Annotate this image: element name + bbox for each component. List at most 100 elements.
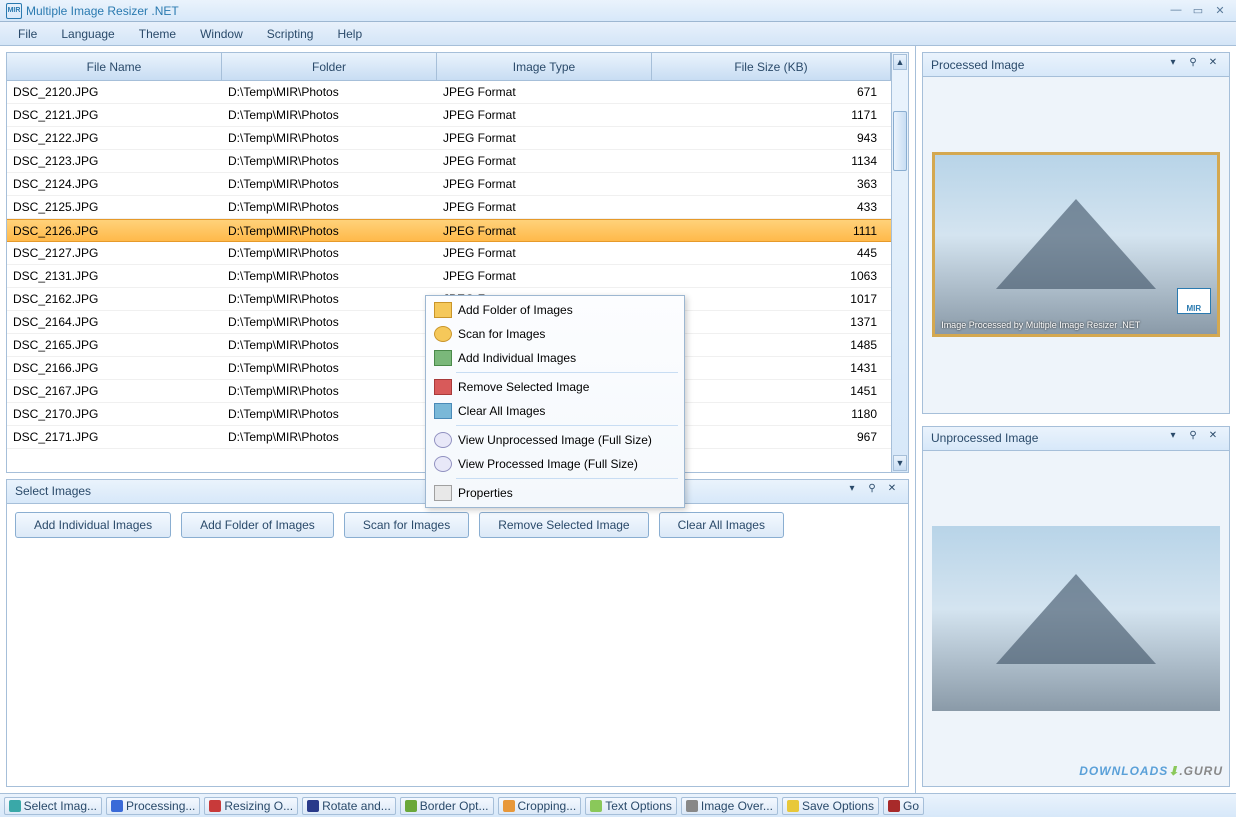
table-row[interactable]: DSC_2126.JPGD:\Temp\MIR\PhotosJPEG Forma… <box>7 219 891 242</box>
table-row[interactable]: DSC_2127.JPGD:\Temp\MIR\PhotosJPEG Forma… <box>7 242 891 265</box>
minimize-button[interactable]: — <box>1166 4 1186 18</box>
menu-file[interactable]: File <box>6 22 49 46</box>
ctx-add-individual-images[interactable]: Add Individual Images <box>428 346 682 370</box>
scroll-track[interactable] <box>892 71 908 454</box>
cell-fd: D:\Temp\MIR\Photos <box>222 200 437 214</box>
ctx-view-processed-image-full-size-[interactable]: View Processed Image (Full Size) <box>428 452 682 476</box>
scan-for-images-button[interactable]: Scan for Images <box>344 512 469 538</box>
task-label: Save Options <box>802 799 874 813</box>
ctx-remove-selected-image[interactable]: Remove Selected Image <box>428 375 682 399</box>
cell-it: JPEG Format <box>437 154 652 168</box>
remove-selected-image-button[interactable]: Remove Selected Image <box>479 512 648 538</box>
panel-dropdown-icon[interactable]: ▾ <box>844 483 860 499</box>
add-folder-of-images-button[interactable]: Add Folder of Images <box>181 512 334 538</box>
scroll-up-icon[interactable]: ▲ <box>893 54 907 70</box>
cell-fs: 1171 <box>652 108 891 122</box>
app-logo-icon: MIR <box>6 3 22 19</box>
table-row[interactable]: DSC_2125.JPGD:\Temp\MIR\PhotosJPEG Forma… <box>7 196 891 219</box>
cell-it: JPEG Format <box>437 85 652 99</box>
cell-fd: D:\Temp\MIR\Photos <box>222 361 437 375</box>
separator <box>456 372 678 373</box>
cell-fn: DSC_2166.JPG <box>7 361 222 375</box>
task-label: Resizing O... <box>224 799 293 813</box>
task-select-imag-[interactable]: Select Imag... <box>4 797 102 815</box>
col-folder[interactable]: Folder <box>222 53 437 80</box>
panel-dropdown-icon[interactable]: ▾ <box>1165 430 1181 446</box>
task-resizing-o-[interactable]: Resizing O... <box>204 797 298 815</box>
task-image-over-[interactable]: Image Over... <box>681 797 778 815</box>
task-go[interactable]: Go <box>883 797 924 815</box>
task-label: Image Over... <box>701 799 773 813</box>
cell-fn: DSC_2162.JPG <box>7 292 222 306</box>
table-row[interactable]: DSC_2123.JPGD:\Temp\MIR\PhotosJPEG Forma… <box>7 150 891 173</box>
task-label: Cropping... <box>518 799 577 813</box>
task-icon <box>787 800 799 812</box>
separator <box>456 425 678 426</box>
processed-watermark: Image Processed by Multiple Image Resize… <box>941 320 1211 330</box>
cell-fs: 1485 <box>652 338 891 352</box>
panel-close-icon[interactable]: ✕ <box>884 483 900 499</box>
ctx-add-folder-of-images[interactable]: Add Folder of Images <box>428 298 682 322</box>
task-label: Border Opt... <box>420 799 489 813</box>
clear-all-images-button[interactable]: Clear All Images <box>659 512 784 538</box>
col-imagetype[interactable]: Image Type <box>437 53 652 80</box>
ctx-properties[interactable]: Properties <box>428 481 682 505</box>
panel-dropdown-icon[interactable]: ▾ <box>1165 57 1181 73</box>
task-label: Select Imag... <box>24 799 97 813</box>
cell-fs: 1134 <box>652 154 891 168</box>
panel-close-icon[interactable]: ✕ <box>1205 57 1221 73</box>
unprocessed-title: Unprocessed Image <box>931 431 1038 445</box>
scroll-thumb[interactable] <box>893 111 907 171</box>
panel-pin-icon[interactable]: ⚲ <box>1185 57 1201 73</box>
task-label: Go <box>903 799 919 813</box>
ctx-clear-all-images[interactable]: Clear All Images <box>428 399 682 423</box>
table-row[interactable]: DSC_2131.JPGD:\Temp\MIR\PhotosJPEG Forma… <box>7 265 891 288</box>
cell-fs: 1017 <box>652 292 891 306</box>
bottom-taskbar: Select Imag... Processing... Resizing O...… <box>0 793 1236 817</box>
col-filesize[interactable]: File Size (KB) <box>652 53 891 80</box>
task-border-opt-[interactable]: Border Opt... <box>400 797 494 815</box>
menu-window[interactable]: Window <box>188 22 255 46</box>
folder-icon <box>434 302 452 318</box>
cell-fd: D:\Temp\MIR\Photos <box>222 177 437 191</box>
cell-it: JPEG Format <box>437 108 652 122</box>
col-filename[interactable]: File Name <box>7 53 222 80</box>
task-processing-[interactable]: Processing... <box>106 797 200 815</box>
panel-close-icon[interactable]: ✕ <box>1205 430 1221 446</box>
cell-it: JPEG Format <box>437 131 652 145</box>
menu-language[interactable]: Language <box>49 22 126 46</box>
cell-fs: 1451 <box>652 384 891 398</box>
menu-help[interactable]: Help <box>325 22 374 46</box>
table-row[interactable]: DSC_2120.JPGD:\Temp\MIR\PhotosJPEG Forma… <box>7 81 891 104</box>
task-icon <box>9 800 21 812</box>
scroll-down-icon[interactable]: ▼ <box>893 455 907 471</box>
ctx-view-unprocessed-image-full-size-[interactable]: View Unprocessed Image (Full Size) <box>428 428 682 452</box>
ctx-label: Properties <box>458 486 513 500</box>
task-cropping-[interactable]: Cropping... <box>498 797 582 815</box>
panel-pin-icon[interactable]: ⚲ <box>1185 430 1201 446</box>
cell-fd: D:\Temp\MIR\Photos <box>222 315 437 329</box>
add-individual-images-button[interactable]: Add Individual Images <box>15 512 171 538</box>
maximize-button[interactable]: ▭ <box>1188 4 1208 18</box>
cell-fs: 445 <box>652 246 891 260</box>
cell-fn: DSC_2131.JPG <box>7 269 222 283</box>
panel-pin-icon[interactable]: ⚲ <box>864 483 880 499</box>
task-label: Rotate and... <box>322 799 391 813</box>
cell-fd: D:\Temp\MIR\Photos <box>222 430 437 444</box>
task-text-options[interactable]: Text Options <box>585 797 677 815</box>
task-save-options[interactable]: Save Options <box>782 797 879 815</box>
downloads-guru-watermark: DOWNLOADS⬇.GURU <box>1079 762 1223 780</box>
ctx-scan-for-images[interactable]: Scan for Images <box>428 322 682 346</box>
table-row[interactable]: DSC_2122.JPGD:\Temp\MIR\PhotosJPEG Forma… <box>7 127 891 150</box>
task-icon <box>111 800 123 812</box>
processed-preview[interactable]: MIR Image Processed by Multiple Image Re… <box>932 152 1220 337</box>
close-button[interactable]: ✕ <box>1210 4 1230 18</box>
table-row[interactable]: DSC_2121.JPGD:\Temp\MIR\PhotosJPEG Forma… <box>7 104 891 127</box>
unprocessed-preview[interactable] <box>932 526 1220 711</box>
task-rotate-and-[interactable]: Rotate and... <box>302 797 396 815</box>
table-scrollbar[interactable]: ▲ ▼ <box>891 53 908 472</box>
table-row[interactable]: DSC_2124.JPGD:\Temp\MIR\PhotosJPEG Forma… <box>7 173 891 196</box>
window-title: Multiple Image Resizer .NET <box>26 4 179 18</box>
menu-theme[interactable]: Theme <box>127 22 188 46</box>
menu-scripting[interactable]: Scripting <box>255 22 326 46</box>
